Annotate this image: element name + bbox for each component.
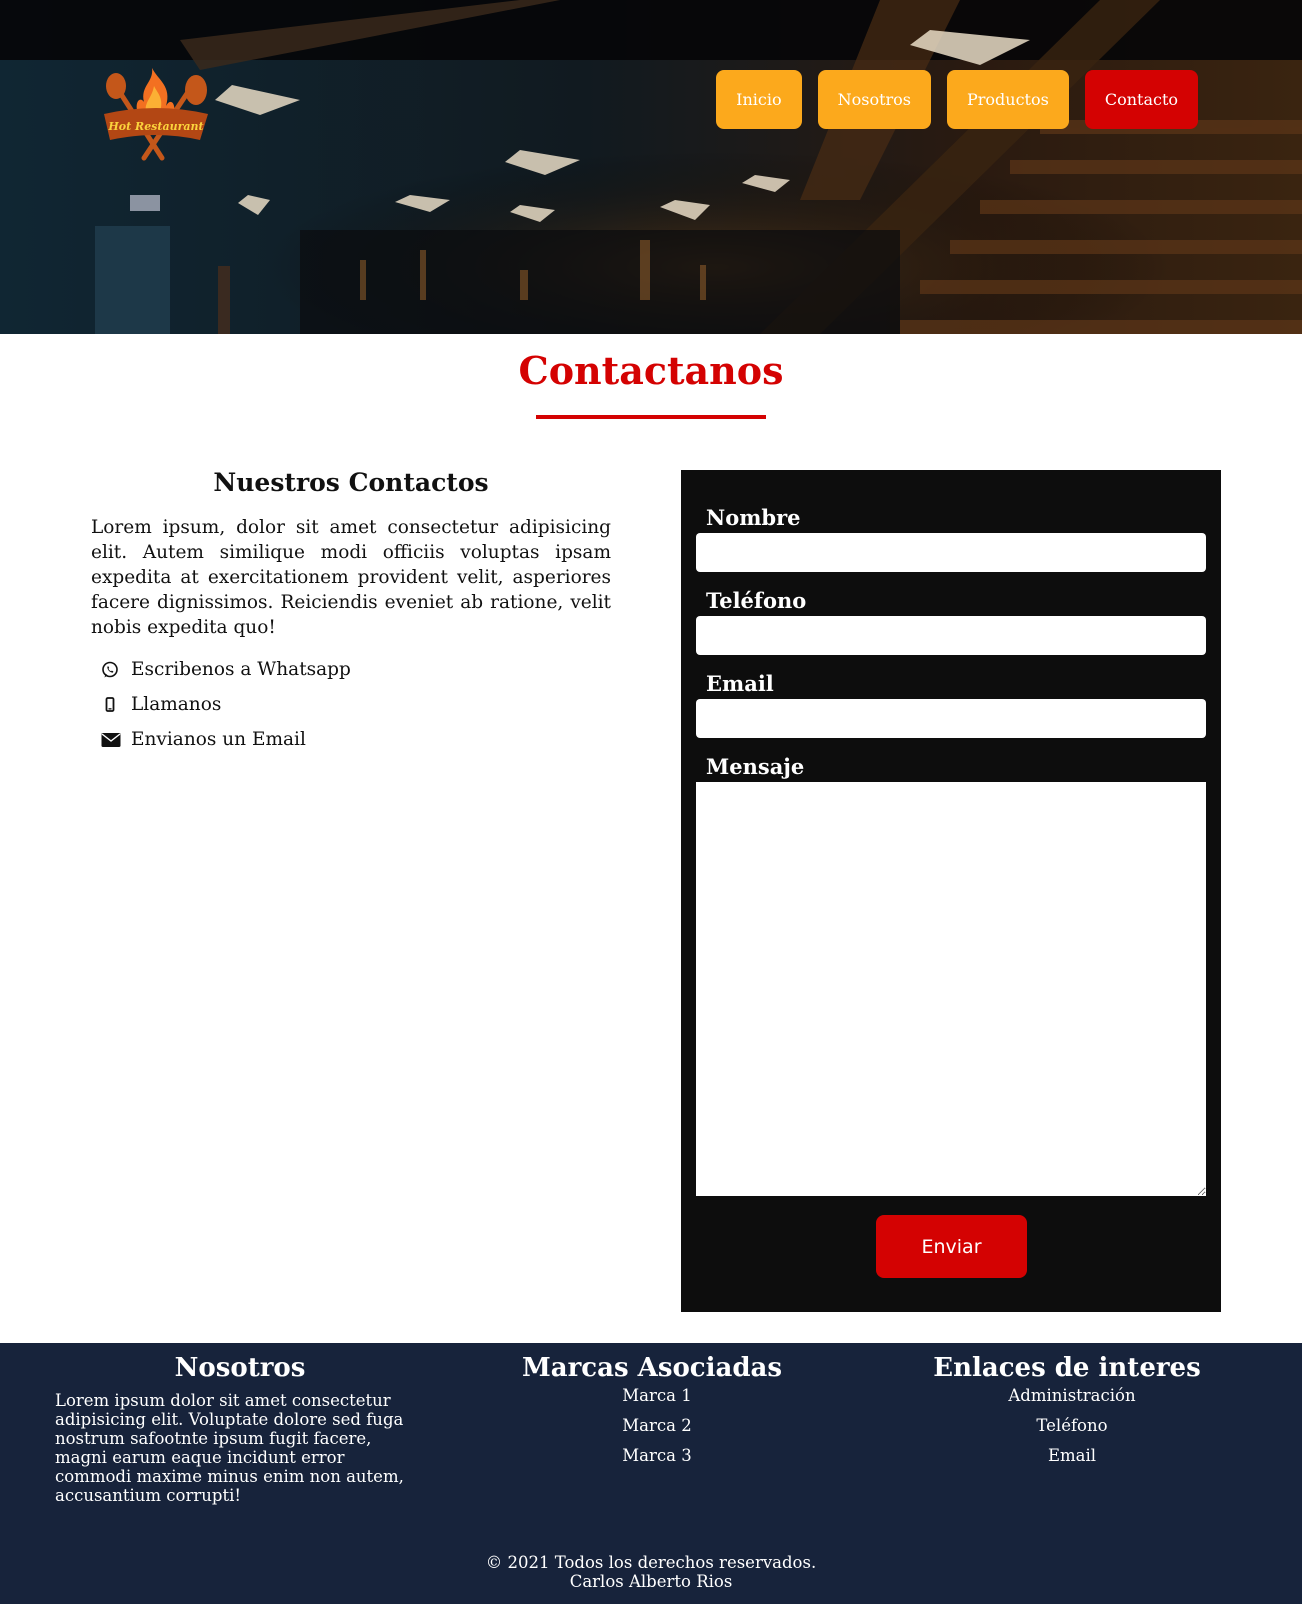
nav-nosotros[interactable]: Nosotros <box>817 70 931 129</box>
message-label: Mensaje <box>706 754 805 779</box>
contact-phone[interactable]: Llamanos <box>91 687 611 722</box>
contacts-heading: Nuestros Contactos <box>213 468 489 497</box>
logo-icon: Hot Restaurant <box>104 68 208 161</box>
page-footer: Nosotros Lorem ipsum dolor sit amet cons… <box>0 1343 1302 1604</box>
envelope-icon <box>91 732 131 748</box>
contact-email-label: Envianos un Email <box>131 729 306 750</box>
name-label: Nombre <box>706 505 801 530</box>
main-nav: Inicio Nosotros Productos Contacto <box>716 70 1198 129</box>
links-list: Administración Teléfono Email <box>862 1381 1272 1471</box>
email-input[interactable] <box>696 699 1206 738</box>
footer-about: Nosotros Lorem ipsum dolor sit amet cons… <box>55 1353 425 1505</box>
message-textarea[interactable] <box>696 782 1206 1196</box>
brand-link[interactable]: Marca 3 <box>452 1441 852 1471</box>
brand-link[interactable]: Marca 2 <box>452 1411 852 1441</box>
nav-productos[interactable]: Productos <box>947 70 1069 129</box>
footer-about-heading: Nosotros <box>174 1353 306 1383</box>
restaurant-logo[interactable]: Hot Restaurant <box>100 58 212 168</box>
link-email[interactable]: Email <box>862 1441 1272 1471</box>
contact-whatsapp-label: Escribenos a Whatsapp <box>131 659 351 680</box>
title-underline <box>536 415 766 419</box>
contact-form: Nombre Teléfono Email Mensaje Enviar <box>681 470 1221 1312</box>
contact-list: Escribenos a Whatsapp Llamanos Envianos … <box>91 652 611 757</box>
link-administracion[interactable]: Administración <box>862 1381 1272 1411</box>
send-button[interactable]: Enviar <box>876 1215 1027 1278</box>
phone-label: Teléfono <box>706 588 807 613</box>
footer-brands-heading: Marcas Asociadas <box>521 1353 783 1383</box>
page-title: Contactanos <box>518 348 784 393</box>
nav-contacto[interactable]: Contacto <box>1084 70 1198 129</box>
hero-header: Hot Restaurant Inicio Nosotros Productos… <box>0 0 1302 334</box>
footer-about-text: Lorem ipsum dolor sit amet consectetur a… <box>55 1391 404 1505</box>
nav-inicio[interactable]: Inicio <box>716 70 802 129</box>
brand-link[interactable]: Marca 1 <box>452 1381 852 1411</box>
footer-links: Enlaces de interes Administración Teléfo… <box>862 1353 1272 1471</box>
email-label: Email <box>706 671 774 696</box>
link-telefono[interactable]: Teléfono <box>862 1411 1272 1441</box>
footer-links-heading: Enlaces de interes <box>933 1353 1201 1383</box>
logo-text: Hot Restaurant <box>107 120 203 133</box>
contact-email[interactable]: Envianos un Email <box>91 722 611 757</box>
contact-phone-label: Llamanos <box>131 694 222 715</box>
copyright: © 2021 Todos los derechos reservados. Ca… <box>0 1553 1302 1591</box>
brands-list: Marca 1 Marca 2 Marca 3 <box>452 1381 852 1471</box>
contacts-section: Nuestros Contactos Lorem ipsum, dolor si… <box>91 468 611 757</box>
copyright-line: © 2021 Todos los derechos reservados. <box>485 1553 817 1572</box>
mobile-phone-icon <box>91 696 131 714</box>
whatsapp-icon <box>91 661 131 679</box>
footer-brands: Marcas Asociadas Marca 1 Marca 2 Marca 3 <box>452 1353 852 1471</box>
contacts-text: Lorem ipsum, dolor sit amet consectetur … <box>91 517 611 638</box>
phone-input[interactable] <box>696 616 1206 655</box>
author-line: Carlos Alberto Rios <box>569 1572 733 1591</box>
name-input[interactable] <box>696 533 1206 572</box>
contact-whatsapp[interactable]: Escribenos a Whatsapp <box>91 652 611 687</box>
